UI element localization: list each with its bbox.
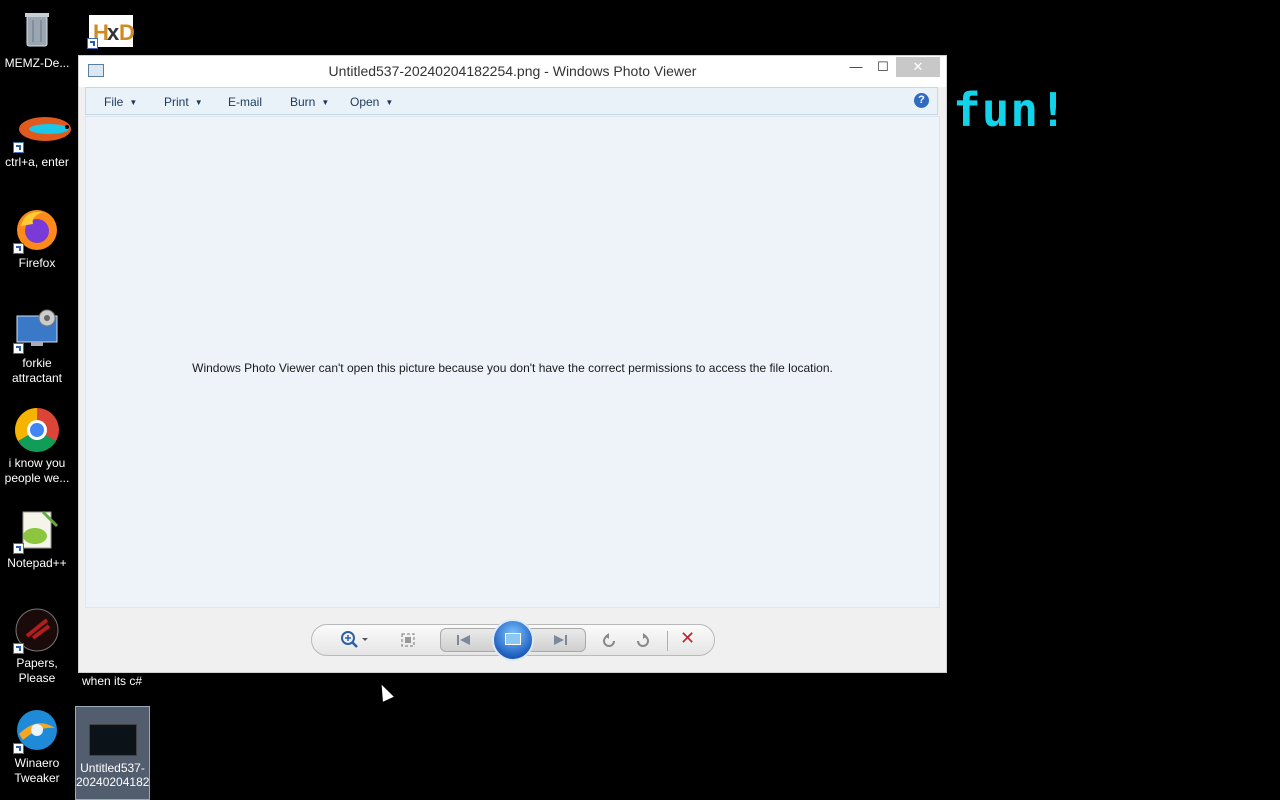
desktop-icon-i-know-you[interactable]: i know you people we... <box>0 406 74 486</box>
slideshow-picture-icon <box>505 633 521 645</box>
menu-burn[interactable]: Burn ▼ <box>290 95 329 109</box>
image-thumbnail-icon <box>88 724 137 756</box>
file-label: Untitled537-20240204182254.png <box>76 761 150 789</box>
menu-file[interactable]: File ▼ <box>104 95 137 109</box>
desktop-icon-label: Firefox <box>18 256 56 270</box>
title-bar[interactable]: Untitled537-20240204182254.png - Windows… <box>79 56 946 87</box>
fish-shortcut-icon <box>13 105 71 153</box>
desktop-icon-hxd[interactable]: HxD <box>74 13 148 51</box>
desktop-icon-ctrl-a-enter[interactable]: ctrl+a, enter <box>0 105 74 170</box>
viewer-control-bar: ✕ <box>311 619 715 661</box>
menu-label: File <box>104 95 124 109</box>
shortcut-arrow-icon <box>13 643 24 654</box>
desktop-icon-label: Notepad++ <box>7 556 67 570</box>
shortcut-arrow-icon <box>13 142 24 153</box>
image-display-area: Windows Photo Viewer can't open this pic… <box>85 116 940 608</box>
desktop-icon-label: Papers, Please <box>16 656 58 685</box>
papers-please-icon <box>13 606 61 654</box>
notepad-plus-plus-icon <box>13 506 61 554</box>
rotate-clockwise-icon[interactable] <box>634 632 652 654</box>
menu-label: Open <box>350 95 380 109</box>
wallpaper-fun-text: fun! <box>953 83 1068 137</box>
computer-gear-icon <box>13 306 61 354</box>
next-icon[interactable] <box>551 633 569 651</box>
menu-label: Print <box>164 95 189 109</box>
svg-text:D: D <box>119 20 135 45</box>
shortcut-arrow-icon <box>13 543 24 554</box>
dropdown-arrow-icon: ▼ <box>194 98 203 107</box>
dropdown-arrow-icon: ▼ <box>321 98 330 107</box>
desktop-icon-label: forkie attractant <box>11 356 63 385</box>
error-message: Windows Photo Viewer can't open this pic… <box>192 361 833 375</box>
desktop-caption-text: when its c# <box>82 674 143 688</box>
rotate-counterclockwise-icon[interactable] <box>600 632 618 654</box>
mouse-cursor-icon <box>376 682 394 702</box>
desktop-icon-winaero-tweaker[interactable]: Winaero Tweaker <box>0 706 74 786</box>
menu-print[interactable]: Print ▼ <box>164 95 203 109</box>
desktop-icon-forkie-attractant[interactable]: forkie attractant <box>0 306 74 386</box>
control-separator <box>667 631 668 651</box>
dropdown-arrow-icon: ▼ <box>129 98 138 107</box>
dropdown-arrow-icon: ▼ <box>385 98 394 107</box>
window-title: Untitled537-20240204182254.png - Windows… <box>328 63 697 79</box>
desktop-icon-papers-please[interactable]: Papers, Please <box>0 606 74 686</box>
actual-size-icon[interactable] <box>400 632 416 652</box>
desktop-icon-notepad-plus-plus[interactable]: Notepad++ <box>0 506 74 571</box>
slideshow-icon[interactable] <box>492 619 534 661</box>
menu-label: E-mail <box>228 95 263 109</box>
menu-email[interactable]: E-mail <box>228 95 262 109</box>
photo-viewer-window: Untitled537-20240204182254.png - Windows… <box>78 55 947 673</box>
desktop-icon-label: Winaero Tweaker <box>14 756 60 785</box>
zoom-icon[interactable] <box>340 630 370 654</box>
delete-icon[interactable]: ✕ <box>680 628 695 649</box>
shortcut-arrow-icon <box>13 743 24 754</box>
close-button[interactable]: ✕ <box>896 57 940 77</box>
shortcut-arrow-icon <box>87 38 98 49</box>
desktop-icon-firefox[interactable]: Firefox <box>0 206 74 271</box>
desktop-icon-label: i know you people we... <box>4 456 70 485</box>
recycle-bin-icon <box>13 6 61 54</box>
menu-bar: File ▼ Print ▼ E-mail Burn ▼ Open ▼ ? <box>85 87 938 115</box>
menu-label: Burn <box>290 95 316 109</box>
help-icon[interactable]: ? <box>914 93 929 108</box>
desktop-icon-label: MEMZ-De... <box>4 56 70 70</box>
selected-png-file-icon[interactable]: Untitled537-20240204182254.png <box>75 706 150 800</box>
desktop-icon-label: ctrl+a, enter <box>5 155 69 169</box>
chrome-icon <box>13 406 61 454</box>
shortcut-arrow-icon <box>13 243 24 254</box>
previous-icon[interactable] <box>455 633 473 651</box>
hxd-icon: HxD <box>87 13 135 49</box>
shortcut-arrow-icon <box>13 343 24 354</box>
winaero-tweaker-icon <box>13 706 61 754</box>
desktop-icon-memz[interactable]: MEMZ-De... <box>0 6 74 71</box>
minimize-button[interactable]: — <box>842 57 870 77</box>
maximize-button[interactable]: ☐ <box>869 57 897 77</box>
menu-open[interactable]: Open ▼ <box>350 95 393 109</box>
firefox-icon <box>13 206 61 254</box>
